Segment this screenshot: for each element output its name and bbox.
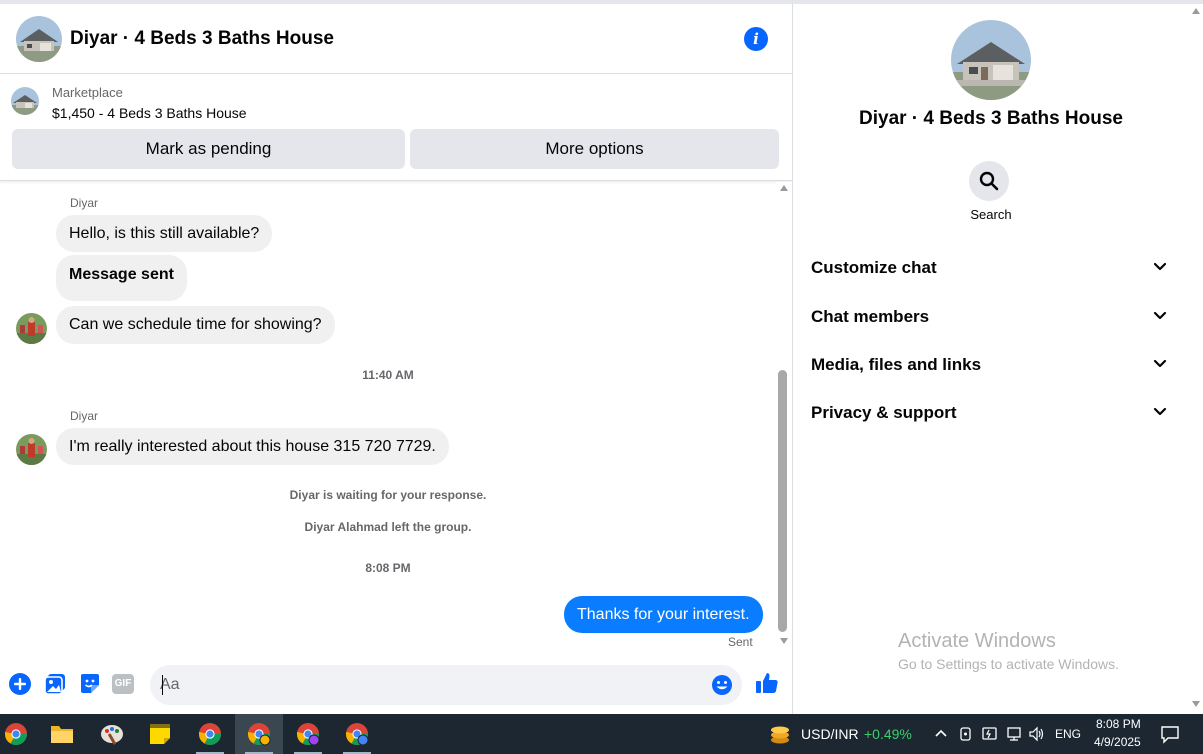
- coins-icon: [771, 726, 789, 744]
- outgoing-message-bubble[interactable]: Thanks for your interest.: [564, 596, 763, 633]
- photo-gallery-icon[interactable]: [42, 671, 68, 697]
- paint-palette-icon: [101, 725, 123, 745]
- chat-scrollbar[interactable]: [776, 182, 792, 648]
- section-chat-members[interactable]: Chat members: [811, 302, 1173, 332]
- chrome-icon: [346, 723, 369, 746]
- chrome-icon: [199, 723, 221, 745]
- network-icon[interactable]: [1005, 726, 1023, 742]
- taskbar-sticky-notes[interactable]: [136, 714, 184, 754]
- scroll-up-arrow-icon[interactable]: [1192, 8, 1200, 14]
- windows-taskbar: USD/INR +0.49% ENG 8:08 PM 4/9/2025: [0, 714, 1203, 754]
- section-label: Media, files and links: [811, 355, 982, 374]
- message-bubble[interactable]: Message sent: [56, 255, 187, 301]
- taskbar-chrome-window-active[interactable]: [235, 714, 283, 754]
- battery-saver-icon[interactable]: [981, 726, 999, 742]
- taskbar-currency-widget[interactable]: USD/INR +0.49%: [768, 714, 918, 754]
- clock-date: 4/9/2025: [1094, 735, 1141, 749]
- taskbar-chrome-profile-2[interactable]: [284, 714, 332, 754]
- sent-status: Sent: [728, 635, 753, 649]
- mark-as-pending-button[interactable]: Mark as pending: [12, 129, 405, 169]
- message-bubble[interactable]: I'm really interested about this house 3…: [56, 428, 449, 465]
- sender-name: Diyar: [70, 196, 99, 210]
- volume-icon[interactable]: [1028, 726, 1046, 742]
- section-media-files-links[interactable]: Media, files and links: [811, 350, 1173, 380]
- watermark-subtitle: Go to Settings to activate Windows.: [898, 656, 1119, 672]
- page-scrollbar[interactable]: [1188, 4, 1203, 714]
- chevron-down-icon: [1153, 311, 1167, 320]
- section-label: Chat members: [811, 307, 930, 326]
- system-message: Diyar Alahmad left the group.: [304, 520, 472, 534]
- chrome-icon: [248, 723, 271, 746]
- sender-name: Diyar: [70, 409, 99, 423]
- folder-icon: [51, 726, 73, 743]
- section-customize-chat[interactable]: Customize chat: [811, 253, 1173, 283]
- scroll-down-arrow-icon[interactable]: [1192, 701, 1200, 707]
- listing-category: Marketplace: [52, 85, 123, 100]
- meet-now-icon[interactable]: [958, 726, 974, 742]
- section-privacy-support[interactable]: Privacy & support: [811, 398, 1173, 428]
- taskbar-paint[interactable]: [88, 714, 136, 754]
- search-label: Search: [970, 207, 1012, 222]
- activate-windows-watermark: Activate Windows Go to Settings to activ…: [898, 630, 1119, 672]
- timestamp-separator: 11:40 AM: [362, 368, 414, 382]
- section-label: Customize chat: [811, 258, 937, 277]
- watermark-title: Activate Windows: [898, 630, 1056, 652]
- chat-title: Diyar · 4 Beds 3 Baths House: [70, 28, 334, 49]
- message-input-container[interactable]: [150, 665, 742, 705]
- language-indicator[interactable]: ENG: [1055, 727, 1081, 741]
- notification-icon[interactable]: [1160, 724, 1180, 744]
- listing-avatar-large[interactable]: [951, 20, 1031, 100]
- taskbar-file-explorer[interactable]: [38, 714, 86, 754]
- message-input[interactable]: [160, 665, 700, 705]
- listing-avatar[interactable]: [16, 16, 62, 62]
- message-list: Diyar Hello, is this still available? Me…: [0, 182, 776, 658]
- chrome-icon: [297, 723, 320, 746]
- chevron-up-icon[interactable]: [934, 728, 948, 738]
- sticker-icon[interactable]: [77, 671, 103, 697]
- chevron-down-icon: [1153, 359, 1167, 368]
- search-button[interactable]: [969, 161, 1009, 201]
- taskbar-chrome-profile-3[interactable]: [333, 714, 381, 754]
- listing-thumbnail[interactable]: [11, 87, 39, 115]
- plus-icon[interactable]: [7, 671, 33, 697]
- sender-avatar[interactable]: [16, 313, 47, 344]
- emoji-icon[interactable]: [711, 674, 733, 696]
- listing-price-title[interactable]: $1,450 - 4 Beds 3 Baths House: [52, 105, 247, 121]
- message-bubble[interactable]: Hello, is this still available?: [56, 215, 273, 252]
- marketplace-listing-bar: Marketplace $1,450 - 4 Beds 3 Baths Hous…: [0, 74, 792, 181]
- taskbar-chrome-window[interactable]: [186, 714, 234, 754]
- text-caret: [162, 675, 163, 695]
- clock-time: 8:08 PM: [1096, 717, 1141, 731]
- chevron-down-icon: [1153, 407, 1167, 416]
- search-icon: [979, 171, 999, 191]
- scrollbar-thumb[interactable]: [778, 370, 787, 632]
- scroll-down-arrow-icon[interactable]: [780, 638, 788, 644]
- chat-header: Diyar · 4 Beds 3 Baths House i: [0, 4, 792, 74]
- currency-change: +0.49%: [864, 726, 912, 742]
- thumbs-up-icon[interactable]: [754, 670, 780, 696]
- system-message: Diyar is waiting for your response.: [289, 488, 487, 502]
- gif-icon[interactable]: GIF: [112, 674, 134, 694]
- details-title: Diyar · 4 Beds 3 Baths House: [859, 108, 1123, 129]
- section-label: Privacy & support: [811, 403, 957, 422]
- chevron-down-icon: [1153, 262, 1167, 271]
- message-composer: GIF: [0, 658, 792, 714]
- sticky-note-icon: [150, 724, 170, 744]
- currency-pair: USD/INR: [801, 726, 859, 742]
- message-bubble[interactable]: Can we schedule time for showing?: [56, 306, 335, 344]
- conversation-details-panel: Diyar · 4 Beds 3 Baths House Search Cust…: [792, 4, 1188, 714]
- info-icon[interactable]: i: [744, 27, 768, 51]
- more-options-button[interactable]: More options: [410, 129, 779, 169]
- scroll-up-arrow-icon[interactable]: [780, 185, 788, 191]
- timestamp-separator: 8:08 PM: [365, 561, 411, 575]
- conversation-pane: Diyar · 4 Beds 3 Baths House i Marketpla…: [0, 4, 792, 714]
- sender-avatar[interactable]: [16, 434, 47, 465]
- chrome-icon: [5, 723, 27, 745]
